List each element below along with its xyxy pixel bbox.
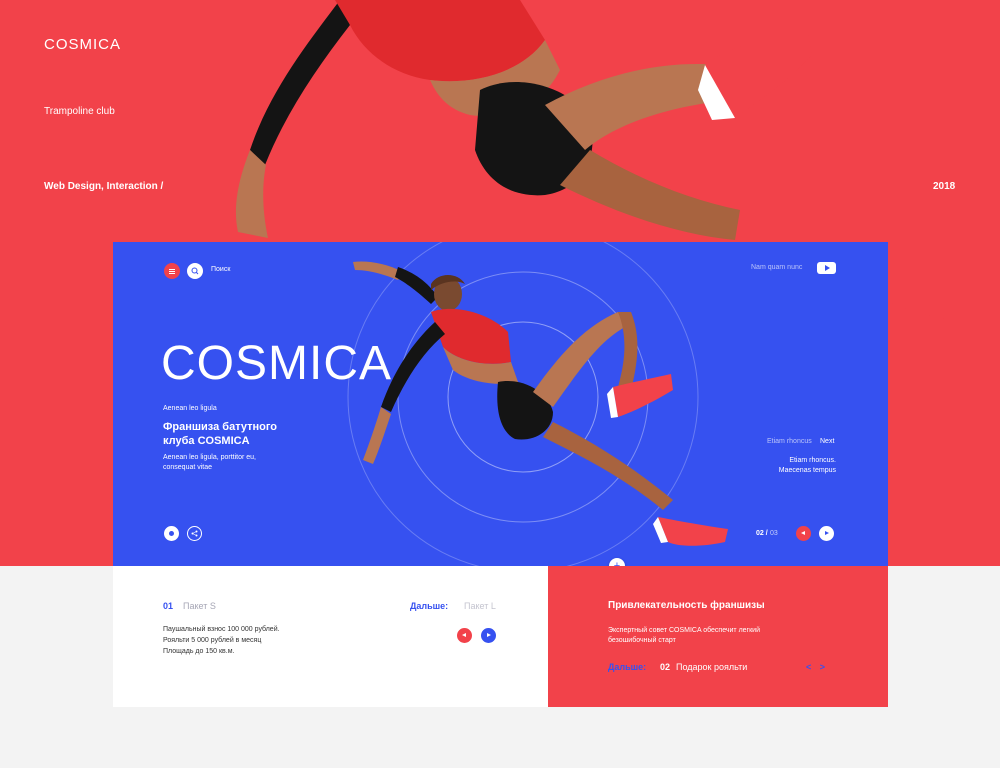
franchise-next-label: Дальше: [608, 662, 647, 672]
share-icon [191, 530, 198, 537]
package-line: Площадь до 150 кв.м. [163, 648, 235, 655]
pager-current: 02 / [756, 530, 768, 537]
package-next-name[interactable]: Пакет L [464, 601, 496, 611]
menu-icon [169, 269, 175, 270]
brand-logo[interactable]: COSMICA [44, 36, 121, 53]
franchise-panel: Привлекательность франшизы Экспертный со… [548, 566, 888, 707]
share-button[interactable] [187, 526, 202, 541]
franchise-next-name[interactable]: Подарок рояльти [676, 662, 747, 672]
search-icon [191, 267, 199, 275]
side-text-b: Etiam rhoncus. [789, 457, 836, 464]
package-panel: 01 Пакет S Дальше: Пакет L Паушальный вз… [113, 566, 548, 707]
athlete-image [353, 261, 728, 546]
package-next-button[interactable] [481, 628, 496, 643]
hero-kicker: Aenean leo ligula [163, 405, 217, 412]
play-video-button[interactable] [817, 262, 836, 274]
like-button[interactable] [164, 526, 179, 541]
side-text-c: Maecenas tempus [778, 467, 836, 474]
hero-description: Aenean leo ligula, porttitor eu, consequ… [163, 454, 257, 471]
package-line: Рояльти 5 000 рублей в месяц [163, 637, 262, 644]
pager-total: 03 [770, 530, 778, 537]
hero-title: COSMICA [161, 337, 393, 390]
hero-section: Поиск Nam quam nunc COSMICA Aenean leo l… [113, 242, 888, 566]
side-link-a[interactable]: Etiam rhoncus [767, 438, 812, 445]
next-slide-button[interactable] [819, 526, 834, 541]
search-button[interactable] [187, 263, 203, 279]
prev-slide-button[interactable] [796, 526, 811, 541]
package-number: 01 [163, 601, 174, 611]
side-next-link[interactable]: Next [820, 438, 834, 445]
package-line: Паушальный взнос 100 000 рублей. [163, 626, 280, 633]
search-label[interactable]: Поиск [211, 266, 230, 273]
hero-heading: Франшиза батутного клуба COSMICA [163, 421, 278, 447]
menu-icon-line [169, 271, 175, 272]
package-next-label: Дальше: [410, 601, 449, 611]
project-year: 2018 [933, 181, 956, 192]
package-prev-button[interactable] [457, 628, 472, 643]
franchise-title: Привлекательность франшизы [608, 600, 765, 611]
menu-icon-line [169, 273, 175, 274]
tagline: Trampoline club [44, 106, 115, 117]
franchise-arrows[interactable]: < > [806, 662, 828, 672]
franchise-description: Экспертный совет COSMICA обеспечит легки… [608, 627, 760, 644]
franchise-number: 02 [660, 662, 671, 672]
project-type: Web Design, Interaction / [44, 181, 164, 192]
top-right-link[interactable]: Nam quam nunc [751, 264, 802, 271]
package-name: Пакет S [183, 601, 216, 611]
menu-button[interactable] [164, 263, 180, 279]
